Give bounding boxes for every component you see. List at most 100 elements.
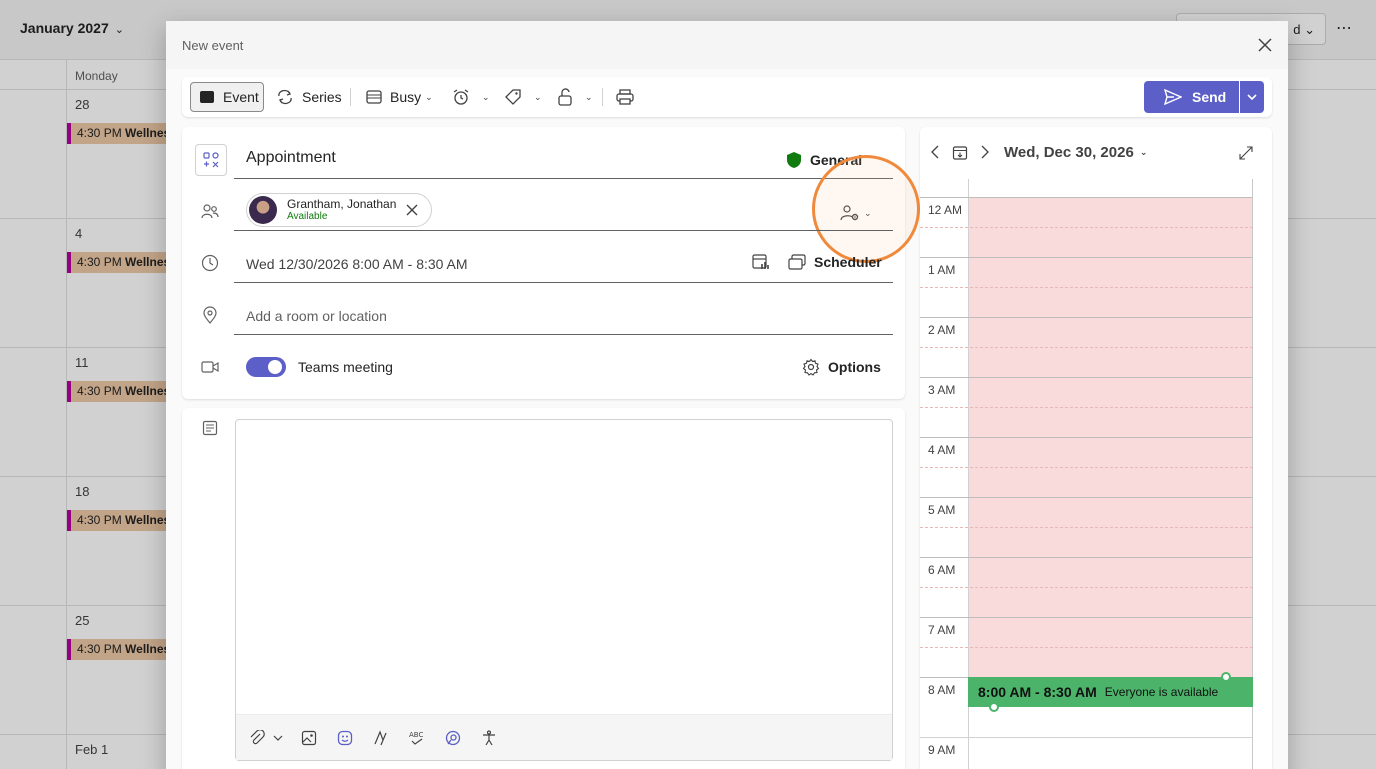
options-label: Options <box>828 359 881 375</box>
video-icon <box>200 357 220 377</box>
hour-label: 2 AM <box>928 323 956 337</box>
chevron-down-icon: ⌄ <box>482 91 490 102</box>
people-icon <box>200 201 220 221</box>
dialog-body: Event Series Busy ⌄ ⌄ ⌄ ⌄ Send Appointme… <box>166 69 1288 769</box>
half-hour-line <box>920 407 1253 408</box>
event-label: Event <box>223 89 259 105</box>
chevron-down-icon: ⌄ <box>534 91 542 102</box>
close-icon[interactable] <box>1255 35 1275 55</box>
privacy-dropdown[interactable]: ⌄ <box>557 82 593 112</box>
schedule-date-label: Wed, Dec 30, 2026 <box>1004 144 1134 161</box>
send-label: Send <box>1192 89 1227 105</box>
reminder-dropdown[interactable]: ⌄ <box>452 82 490 112</box>
schedule-assistant-icon[interactable] <box>752 253 770 276</box>
send-options-button[interactable] <box>1240 81 1264 113</box>
toolbar-divider <box>350 88 351 106</box>
hour-line <box>920 377 1253 378</box>
print-icon <box>616 89 634 105</box>
new-event-dialog: New event Event Series Busy ⌄ ⌄ ⌄ ⌄ Send… <box>166 21 1288 769</box>
series-label: Series <box>302 89 342 105</box>
toolbar-divider <box>602 88 603 106</box>
chevron-down-icon[interactable] <box>269 729 287 747</box>
shield-icon <box>787 152 801 168</box>
chevron-down-icon: ⌄ <box>425 91 433 102</box>
loop-icon[interactable] <box>444 729 462 747</box>
resize-handle-bottom[interactable] <box>989 702 999 712</box>
resize-handle-top[interactable] <box>1221 672 1231 682</box>
attach-icon[interactable] <box>248 729 266 747</box>
gear-icon <box>802 358 820 376</box>
print-button[interactable] <box>616 82 642 112</box>
send-button[interactable]: Send <box>1144 81 1239 113</box>
svg-text:ABC: ABC <box>409 731 423 739</box>
teams-meeting-label: Teams meeting <box>298 359 393 375</box>
scheduler-button[interactable]: Scheduler <box>788 254 882 270</box>
sticker-icon[interactable] <box>336 729 354 747</box>
hour-line <box>920 257 1253 258</box>
chevron-down-icon <box>1247 94 1257 100</box>
tag-icon <box>505 89 521 105</box>
hour-line <box>920 437 1253 438</box>
image-icon[interactable] <box>300 729 318 747</box>
field-underline <box>234 282 893 283</box>
hour-label: 7 AM <box>928 623 956 637</box>
field-underline <box>234 178 893 179</box>
attendee-chip[interactable]: Grantham, Jonathan Available <box>246 193 432 227</box>
spellcheck-icon[interactable]: ABC <box>408 729 426 747</box>
event-icon-picker[interactable] <box>195 144 227 176</box>
schedule-date-picker[interactable]: Wed, Dec 30, 2026 ⌄ <box>1004 144 1147 161</box>
send-icon <box>1164 89 1182 105</box>
slot-status: Everyone is available <box>1104 685 1219 699</box>
today-icon[interactable] <box>952 145 968 166</box>
hour-line <box>920 317 1253 318</box>
series-button[interactable]: Series <box>276 82 342 112</box>
apps-icon <box>203 152 219 168</box>
event-type-button[interactable]: Event <box>190 82 264 112</box>
category-dropdown[interactable]: ⌄ <box>504 82 542 112</box>
schedule-timeline[interactable]: 12 AM 1 AM 2 AM 3 AM 4 AM 5 AM 6 AM 7 AM… <box>920 179 1253 769</box>
half-hour-line <box>920 647 1253 648</box>
remove-attendee-icon[interactable] <box>405 203 419 217</box>
repeat-icon <box>278 89 292 105</box>
field-underline <box>234 230 893 231</box>
meeting-options-button[interactable]: Options <box>802 358 881 376</box>
calendar-icon <box>200 91 214 103</box>
toggle-knob <box>268 360 282 374</box>
hour-label: 3 AM <box>928 383 956 397</box>
busy-status-dropdown[interactable]: Busy ⌄ <box>366 82 433 112</box>
busy-label: Busy <box>390 89 422 105</box>
hour-label: 12 AM <box>928 203 963 217</box>
date-time-field[interactable]: Wed 12/30/2026 8:00 AM - 8:30 AM <box>246 256 468 272</box>
proposed-time-slot[interactable]: 8:00 AM - 8:30 AM Everyone is available <box>968 677 1253 707</box>
event-title-input[interactable]: Appointment <box>246 149 336 167</box>
next-day-icon[interactable] <box>980 145 990 164</box>
avatar <box>249 196 277 224</box>
alarm-icon <box>453 89 469 105</box>
scheduler-icon <box>788 254 806 270</box>
description-editor[interactable]: ABC <box>235 419 893 761</box>
half-hour-line <box>920 467 1253 468</box>
hour-label: 8 AM <box>928 683 956 697</box>
expand-icon[interactable] <box>1239 146 1253 165</box>
hour-label: 4 AM <box>928 443 956 457</box>
event-toolbar: Event Series Busy ⌄ ⌄ ⌄ ⌄ Send <box>182 77 1272 117</box>
half-hour-line <box>920 587 1253 588</box>
event-details-form: Appointment General Grantham, Jonathan A… <box>182 127 920 399</box>
attendee-status: Available <box>287 210 328 222</box>
teams-meeting-toggle[interactable] <box>246 357 286 377</box>
accessibility-icon[interactable] <box>480 729 498 747</box>
hour-line <box>920 617 1253 618</box>
hour-line <box>920 497 1253 498</box>
hour-line <box>920 557 1253 558</box>
previous-day-icon[interactable] <box>930 145 940 164</box>
notes-icon <box>200 418 220 438</box>
hour-label: 5 AM <box>928 503 956 517</box>
location-input[interactable]: Add a room or location <box>246 308 387 324</box>
half-hour-line <box>920 347 1253 348</box>
unlock-icon <box>558 88 572 106</box>
description-panel: ABC <box>182 408 905 769</box>
hour-label: 9 AM <box>928 743 956 757</box>
attendee-name: Grantham, Jonathan <box>287 196 397 211</box>
half-hour-line <box>920 227 1253 228</box>
format-icon[interactable] <box>372 729 390 747</box>
